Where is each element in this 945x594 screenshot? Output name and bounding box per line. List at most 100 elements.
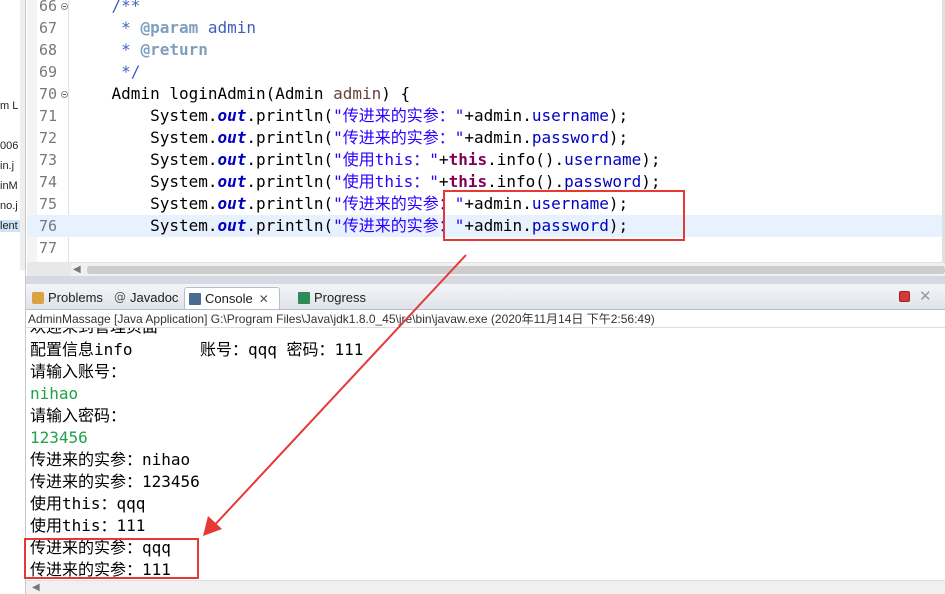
code-token: out [217, 106, 247, 125]
code-token: .info(). [487, 150, 565, 169]
tab-console[interactable]: Console ✕ [184, 287, 280, 309]
javadoc-icon: @ [114, 290, 126, 304]
line-number: 72 [39, 129, 58, 147]
code-token: this [448, 150, 488, 169]
fold-toggle-icon[interactable] [61, 3, 68, 10]
console-line: 配置信息info 账号：qqq 密码：111 [30, 340, 364, 359]
console-icon [189, 293, 201, 305]
code-token: + [438, 150, 449, 169]
explorer-item[interactable]: inM [0, 180, 18, 192]
code-token: System. [73, 150, 218, 169]
line-number: 76 [39, 217, 58, 235]
code-token: System. [73, 194, 218, 213]
code-text: System.out.println("传进来的实参："+admin.passw… [73, 127, 628, 149]
code-token: * [73, 18, 141, 37]
code-token: this [448, 172, 488, 191]
code-token: ); [608, 106, 629, 125]
code-token: "传进来的实参：" [333, 128, 465, 147]
code-token: admin [198, 18, 257, 37]
code-token: .info(). [487, 172, 565, 191]
console-line: 使用this：111 [30, 516, 146, 535]
view-separator[interactable] [26, 276, 945, 284]
code-text: * @param admin [73, 17, 256, 39]
code-token: System. [73, 172, 218, 191]
code-line[interactable]: 72 System.out.println("传进来的实参："+admin.pa… [27, 127, 945, 149]
code-token: Admin loginAdmin(Admin [73, 84, 334, 103]
view-tab-bar: Problems @ Javadoc Console ✕ Progress [26, 284, 945, 310]
code-token: System. [73, 106, 218, 125]
tab-label: Progress [314, 290, 367, 305]
code-token: ); [641, 150, 661, 169]
code-line[interactable]: 67 * @param admin [27, 17, 945, 39]
console-line: 使用this：qqq [30, 494, 146, 513]
line-number: 69 [39, 63, 58, 81]
code-token: +admin. [464, 128, 532, 147]
code-text: Admin loginAdmin(Admin admin) { [73, 83, 411, 105]
code-token: "使用this：" [333, 172, 439, 191]
remove-launch-icon[interactable]: ✕ [919, 287, 932, 305]
code-token: /** [73, 0, 141, 15]
problems-icon [32, 292, 44, 304]
code-token: ); [641, 172, 661, 191]
code-token: out [217, 194, 247, 213]
package-explorer-strip: m L 006 in.j inM no.j lent [0, 0, 26, 594]
code-token: @return [140, 40, 208, 59]
line-number: 77 [39, 239, 58, 257]
progress-icon [298, 292, 310, 304]
tab-problems[interactable]: Problems [28, 287, 108, 309]
code-text: * @return [73, 39, 208, 61]
close-icon[interactable]: ✕ [259, 292, 269, 306]
fold-toggle-icon[interactable] [61, 91, 68, 98]
line-number: 68 [39, 41, 58, 59]
code-line[interactable]: 69 */ [27, 61, 945, 83]
code-token: out [217, 216, 247, 235]
editor-horizontal-scrollbar[interactable]: ◀ [71, 262, 945, 276]
code-token: .println( [246, 150, 334, 169]
code-token: .println( [246, 106, 334, 125]
line-number: 67 [39, 19, 58, 37]
code-token: System. [73, 216, 218, 235]
code-text: System.out.println("使用this："+this.info()… [73, 149, 660, 171]
line-number: 66 [39, 0, 58, 15]
code-token: "使用this：" [333, 150, 439, 169]
code-token: System. [73, 128, 218, 147]
code-token: * [73, 40, 141, 59]
explorer-item[interactable]: no.j [0, 200, 18, 212]
tab-javadoc[interactable]: @ Javadoc [110, 287, 184, 309]
console-user-input: 123456 [30, 428, 88, 447]
scroll-left-icon[interactable]: ◀ [32, 582, 40, 593]
tab-progress[interactable]: Progress [294, 287, 374, 309]
explorer-item[interactable]: 006 [0, 140, 18, 152]
code-token: ); [608, 128, 629, 147]
console-line: 传进来的实参：nihao [30, 450, 191, 469]
explorer-scrollbar[interactable] [20, 0, 25, 270]
console-line-partial: 欢迎来到管理页面~ [30, 328, 168, 338]
code-line[interactable]: 70 Admin loginAdmin(Admin admin) { [27, 83, 945, 105]
terminate-icon[interactable] [899, 291, 910, 302]
code-token: + [438, 172, 449, 191]
console-line: 传进来的实参：123456 [30, 472, 200, 491]
console-line: 请输入密码： [30, 406, 127, 425]
code-token: @param [140, 18, 199, 37]
code-token: ) { [381, 84, 411, 103]
explorer-item[interactable]: m L [0, 100, 18, 112]
code-token: out [217, 172, 247, 191]
code-token: .println( [246, 194, 334, 213]
code-line[interactable]: 71 System.out.println("传进来的实参："+admin.us… [27, 105, 945, 127]
console-user-input: nihao [30, 384, 79, 403]
line-number: 71 [39, 107, 58, 125]
scrollbar-thumb[interactable] [87, 266, 945, 274]
explorer-item[interactable]: in.j [0, 160, 14, 172]
code-text: /** [73, 0, 141, 17]
code-line[interactable]: 66 /** [27, 0, 945, 17]
scroll-left-icon[interactable]: ◀ [73, 264, 81, 275]
code-line[interactable]: 68 * @return [27, 39, 945, 61]
code-token: out [217, 128, 247, 147]
code-line[interactable]: 73 System.out.println("使用this："+this.inf… [27, 149, 945, 171]
console-horizontal-scrollbar[interactable]: ◀ [26, 580, 945, 594]
code-token: */ [73, 62, 141, 81]
line-number: 70 [39, 85, 58, 103]
code-token: username [564, 150, 642, 169]
line-number: 74 [39, 173, 58, 191]
console-line: 请输入账号： [30, 362, 127, 381]
